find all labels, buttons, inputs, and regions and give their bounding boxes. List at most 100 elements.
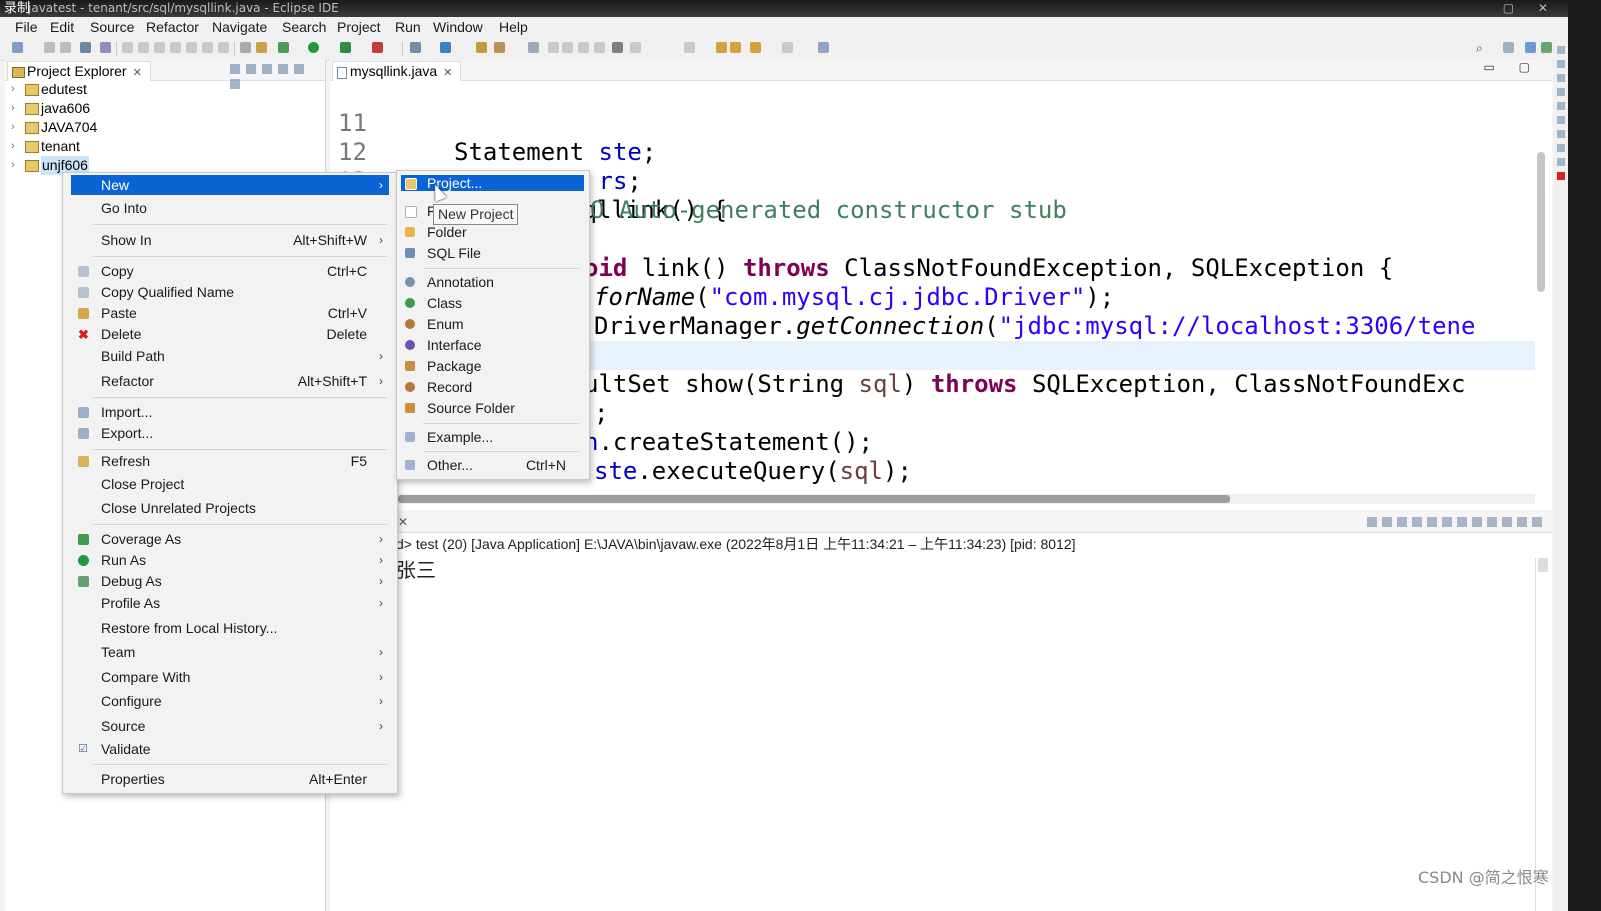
menu-search[interactable]: Search: [282, 19, 326, 35]
close-icon[interactable]: ✕: [443, 67, 452, 79]
menu-item-validate[interactable]: ☑ Validate: [71, 739, 389, 760]
scroll-lock-icon[interactable]: [1412, 517, 1422, 527]
run-icon[interactable]: [308, 42, 319, 53]
search-view-icon[interactable]: [1557, 116, 1565, 124]
terminate-icon[interactable]: [1367, 517, 1377, 527]
toggle-mark-icon[interactable]: [578, 42, 589, 53]
forward-icon[interactable]: [782, 42, 793, 53]
disconnect-icon[interactable]: [170, 42, 181, 53]
new-class-icon[interactable]: [440, 42, 451, 53]
menu-item-compare-with[interactable]: Compare With ›: [71, 667, 389, 688]
menu-file[interactable]: File: [15, 19, 38, 35]
pin-console-icon[interactable]: [1472, 517, 1482, 527]
submenu-item-annotation[interactable]: Annotation: [401, 272, 584, 293]
minimize-icon[interactable]: [1517, 517, 1527, 527]
new-java-project-icon[interactable]: [410, 42, 421, 53]
submenu-item-package[interactable]: Package: [401, 356, 584, 377]
submenu-item-enum[interactable]: Enum: [401, 314, 584, 335]
menu-help[interactable]: Help: [499, 19, 528, 35]
chevron-right-icon[interactable]: ›: [11, 118, 15, 137]
menu-source[interactable]: Source: [90, 19, 134, 35]
word-wrap-icon[interactable]: [1427, 517, 1437, 527]
save-all-icon[interactable]: [60, 42, 71, 53]
back-history-icon[interactable]: [750, 42, 761, 53]
menu-window[interactable]: Window: [433, 19, 483, 35]
build-icon[interactable]: [256, 42, 267, 53]
javadoc-icon[interactable]: [1557, 88, 1565, 96]
menu-item-new[interactable]: New ›: [71, 175, 389, 195]
menu-item-team[interactable]: Team ›: [71, 642, 389, 663]
menu-item-properties[interactable]: Properties Alt+Enter: [71, 769, 389, 790]
annotation-prev-icon[interactable]: [562, 42, 573, 53]
show-whitespace-icon[interactable]: [594, 42, 605, 53]
show-on-error-icon[interactable]: [1457, 517, 1467, 527]
menu-item-go-into[interactable]: Go Into: [71, 198, 389, 219]
menu-navigate[interactable]: Navigate: [212, 19, 267, 35]
close-icon[interactable]: ✕: [133, 67, 142, 79]
menu-item-show-in[interactable]: Show In Alt+Shift+W ›: [71, 230, 389, 251]
debug-perspective-icon[interactable]: [1541, 42, 1552, 53]
new-icon[interactable]: [12, 42, 23, 53]
error-log-icon[interactable]: [1557, 172, 1565, 180]
submenu-item-other[interactable]: Other... Ctrl+N: [401, 455, 584, 476]
menu-item-paste[interactable]: Paste Ctrl+V: [71, 303, 389, 324]
back-icon[interactable]: [730, 42, 741, 53]
menu-item-import[interactable]: Import...: [71, 402, 389, 423]
next-annotation-icon[interactable]: [630, 42, 641, 53]
maximize-icon[interactable]: [1532, 517, 1542, 527]
pin-editor-icon[interactable]: [612, 42, 623, 53]
submenu-item-folder[interactable]: Folder: [401, 222, 584, 243]
history-icon[interactable]: [1557, 144, 1565, 152]
editor-horizontal-scrollbar[interactable]: [398, 495, 1230, 503]
open-task-icon[interactable]: [494, 42, 505, 53]
menu-item-close-unrelated-projects[interactable]: Close Unrelated Projects: [71, 498, 389, 519]
submenu-item-class[interactable]: Class: [401, 293, 584, 314]
collapse-all-icon[interactable]: [230, 64, 240, 74]
menu-item-source[interactable]: Source ›: [71, 716, 389, 737]
submenu-item-sql-file[interactable]: SQL File: [401, 243, 584, 264]
search-icon[interactable]: ⌕: [1476, 41, 1483, 56]
step-over-icon[interactable]: [202, 42, 213, 53]
remove-launch-icon[interactable]: [1382, 517, 1392, 527]
problems-icon[interactable]: [1557, 74, 1565, 82]
annotation-next-icon[interactable]: [548, 42, 559, 53]
submenu-item-example[interactable]: Example...: [401, 427, 584, 448]
menu-item-refactor[interactable]: Refactor Alt+Shift+T ›: [71, 371, 389, 392]
declaration-icon[interactable]: [1557, 102, 1565, 110]
menu-item-close-project[interactable]: Close Project: [71, 474, 389, 495]
debug-icon[interactable]: [278, 42, 289, 53]
menu-item-configure[interactable]: Configure ›: [71, 691, 389, 712]
tree-item-edutest[interactable]: › edutest: [5, 80, 325, 99]
chevron-right-icon[interactable]: ›: [11, 156, 15, 175]
remove-all-icon[interactable]: [1397, 517, 1407, 527]
console-scrollbar[interactable]: [1538, 558, 1548, 572]
open-type-icon[interactable]: [476, 42, 487, 53]
task-list-icon[interactable]: [1557, 60, 1565, 68]
menu-item-coverage-as[interactable]: Coverage As ›: [71, 529, 389, 550]
menu-item-run-as[interactable]: Run As ›: [71, 550, 389, 571]
coverage-icon[interactable]: [340, 42, 351, 53]
menu-item-copy-qualified-name[interactable]: Copy Qualified Name: [71, 282, 389, 303]
external-tools-icon[interactable]: [372, 42, 383, 53]
save-icon[interactable]: [44, 42, 55, 53]
menu-item-debug-as[interactable]: Debug As ›: [71, 571, 389, 592]
tab-mysqllink-java[interactable]: mysqllink.java ✕: [332, 61, 462, 81]
tree-item-java704[interactable]: › JAVA704: [5, 118, 325, 137]
menu-item-delete[interactable]: ✖ Delete Delete: [71, 324, 389, 345]
search-toolbar-icon[interactable]: [528, 42, 539, 53]
skip-breakpoints-icon[interactable]: [100, 42, 111, 53]
menu-item-build-path[interactable]: Build Path ›: [71, 346, 389, 367]
tab-project-explorer[interactable]: Project Explorer ✕: [7, 61, 151, 81]
link-with-editor-icon[interactable]: [246, 64, 256, 74]
editor-window-controls[interactable]: ▭ ▢: [1484, 60, 1541, 74]
filter-icon[interactable]: [262, 64, 272, 74]
menu-run[interactable]: Run: [395, 19, 421, 35]
menu-project[interactable]: Project: [337, 19, 381, 35]
menu-item-export[interactable]: Export...: [71, 423, 389, 444]
link-icon[interactable]: [240, 42, 251, 53]
terminal-icon[interactable]: [80, 42, 91, 53]
tree-item-java606[interactable]: › java606: [5, 99, 325, 118]
chevron-right-icon[interactable]: ›: [11, 80, 15, 99]
submenu-item-source-folder[interactable]: Source Folder: [401, 398, 584, 419]
menu-edit[interactable]: Edit: [50, 19, 74, 35]
